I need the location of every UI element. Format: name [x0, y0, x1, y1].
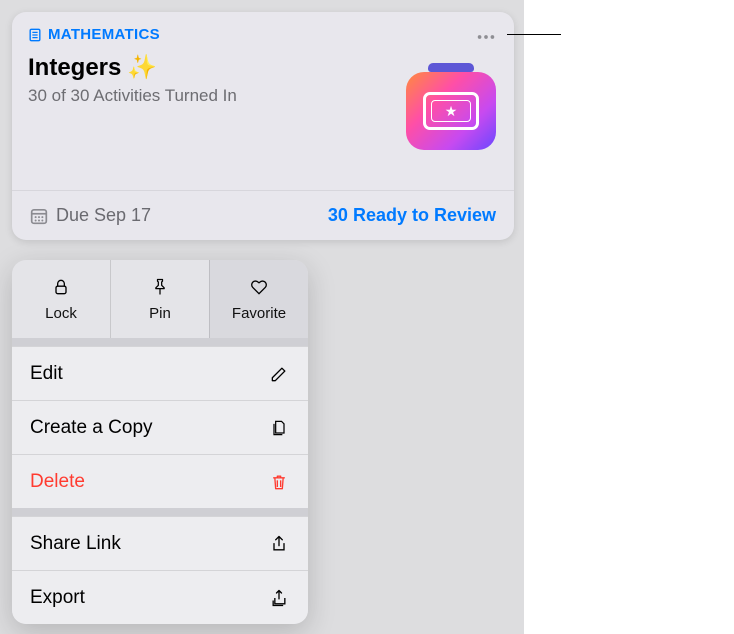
duplicate-icon — [268, 417, 290, 439]
edit-label: Edit — [30, 363, 63, 385]
pencil-icon — [268, 363, 290, 385]
ready-to-review-link[interactable]: 30 Ready to Review — [328, 205, 496, 226]
subject-label: MATHEMATICS — [48, 26, 160, 43]
context-menu: Lock Pin Favorite Edit Creat — [12, 260, 308, 624]
assignment-card[interactable]: MATHEMATICS Integers ✨ 30 of 30 Activiti… — [12, 12, 514, 240]
sparkles-icon: ✨ — [127, 53, 157, 82]
context-menu-top-row: Lock Pin Favorite — [12, 260, 308, 338]
share-link-menu-item[interactable]: Share Link — [12, 516, 308, 570]
share-link-label: Share Link — [30, 533, 121, 555]
favorite-label: Favorite — [232, 305, 286, 322]
pin-label: Pin — [149, 305, 171, 322]
assignment-title: Integers — [28, 54, 121, 82]
lock-icon — [51, 277, 71, 301]
subject-row: MATHEMATICS — [28, 26, 498, 43]
callout-line — [507, 34, 561, 35]
edit-menu-item[interactable]: Edit — [12, 346, 308, 400]
export-menu-item[interactable]: Export — [12, 570, 308, 624]
subject-icon — [28, 28, 42, 42]
export-icon — [268, 587, 290, 609]
delete-menu-item[interactable]: Delete — [12, 454, 308, 508]
lock-label: Lock — [45, 305, 77, 322]
more-button[interactable] — [472, 26, 500, 48]
due-date: Due Sep 17 — [30, 205, 151, 226]
pin-icon — [150, 277, 170, 301]
menu-separator — [12, 508, 308, 516]
create-copy-menu-item[interactable]: Create a Copy — [12, 400, 308, 454]
callout-margin — [524, 0, 734, 634]
menu-separator — [12, 338, 308, 346]
app-icon: ★ — [406, 60, 496, 150]
due-date-label: Due Sep 17 — [56, 205, 151, 226]
export-label: Export — [30, 587, 85, 609]
create-copy-label: Create a Copy — [30, 417, 153, 439]
heart-icon — [249, 277, 269, 301]
trash-icon — [268, 471, 290, 493]
lock-button[interactable]: Lock — [12, 260, 110, 338]
pin-button[interactable]: Pin — [110, 260, 209, 338]
share-icon — [268, 533, 290, 555]
favorite-button[interactable]: Favorite — [209, 260, 308, 338]
card-footer: Due Sep 17 30 Ready to Review — [12, 190, 514, 240]
calendar-icon — [30, 207, 48, 225]
delete-label: Delete — [30, 471, 85, 493]
